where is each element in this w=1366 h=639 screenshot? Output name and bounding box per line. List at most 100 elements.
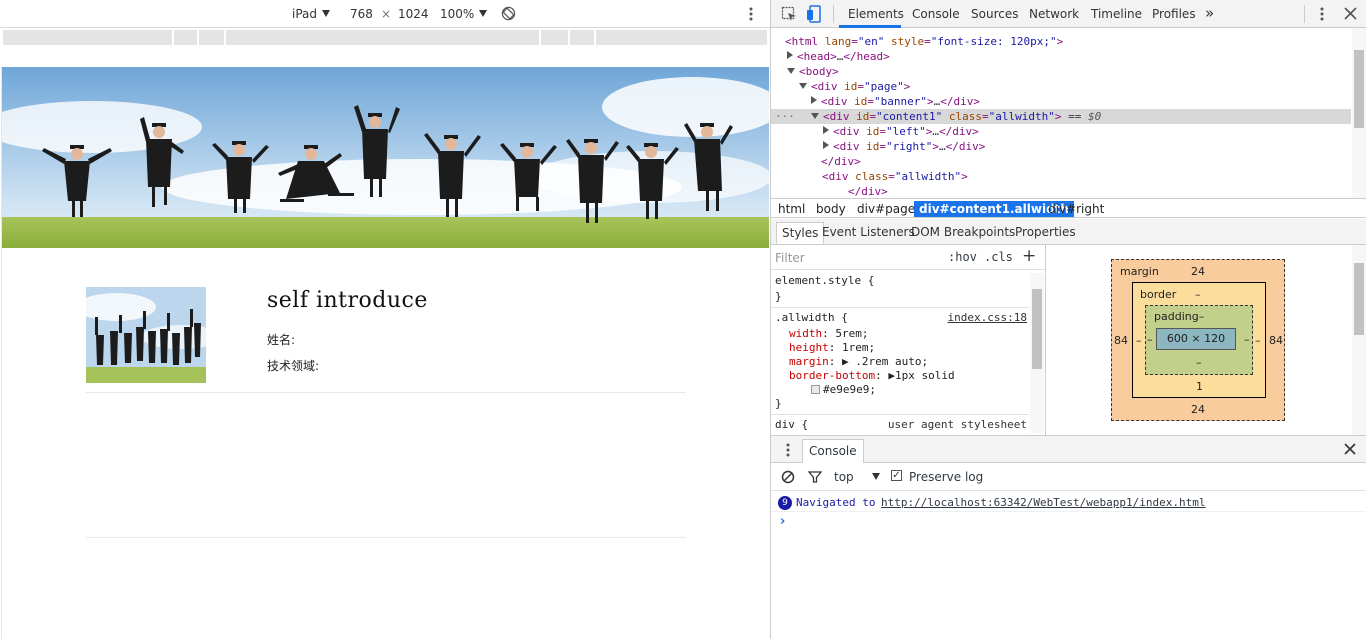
scrollbar-thumb[interactable]	[1354, 263, 1364, 335]
device-select[interactable]: iPad	[292, 7, 331, 21]
tab-sources[interactable]: Sources	[971, 7, 1018, 21]
margin-bottom-value[interactable]: 24	[1191, 403, 1205, 416]
page-title: self introduce	[267, 288, 428, 313]
styles-filter-input[interactable]: Filter	[775, 251, 805, 265]
border-right-value[interactable]: –	[1255, 334, 1261, 347]
dom-node-div-content1-selected[interactable]: ··· <div id="content1" class="allwidth"> …	[771, 109, 1351, 124]
padding-bottom-value[interactable]: –	[1196, 356, 1202, 369]
tab-elements[interactable]: Elements	[848, 7, 904, 21]
box-model-content[interactable]: 600 × 120	[1156, 328, 1236, 350]
expand-triangle-icon[interactable]	[823, 126, 829, 134]
expand-triangle-icon[interactable]	[811, 96, 817, 104]
dom-node-close-div[interactable]: </div>	[821, 154, 1366, 169]
media-query-segment[interactable]	[595, 30, 767, 45]
boxmodel-scrollbar[interactable]	[1352, 245, 1366, 435]
collapse-triangle-icon[interactable]	[799, 83, 807, 89]
media-query-segment[interactable]	[3, 30, 173, 45]
hover-state-toggle[interactable]: :hov	[948, 250, 977, 264]
expand-triangle-icon[interactable]	[823, 141, 829, 149]
clear-console-icon[interactable]	[781, 470, 795, 484]
console-prompt[interactable]: ›	[780, 514, 785, 529]
css-property[interactable]: width: 5rem;	[789, 327, 869, 341]
class-toggle[interactable]: .cls	[984, 250, 1013, 264]
drawer-tab-console[interactable]: Console	[802, 439, 864, 463]
box-model-border[interactable]: border – – – 1 padding– – – – 600 × 120	[1132, 282, 1266, 398]
expand-triangle-icon[interactable]	[787, 51, 793, 59]
collapse-triangle-icon[interactable]	[787, 68, 795, 74]
margin-right-value[interactable]: 84	[1269, 334, 1283, 347]
media-query-segment[interactable]	[541, 30, 569, 45]
dom-node-div-left[interactable]: <div id="left">…</div>	[823, 124, 1366, 139]
css-property[interactable]: margin: ▶ .2rem auto;	[789, 355, 928, 369]
media-query-segment[interactable]	[225, 30, 540, 45]
dom-scrollbar[interactable]	[1352, 28, 1366, 198]
box-model-margin[interactable]: margin 24 84 84 24 border – – – 1 paddin…	[1111, 259, 1285, 421]
dom-node-body[interactable]: <body>	[787, 64, 1366, 79]
toolbar-divider	[1304, 5, 1305, 23]
device-mode-icon[interactable]	[806, 5, 822, 23]
scrollbar-thumb[interactable]	[1354, 50, 1364, 128]
allwidth-selector[interactable]: .allwidth {	[775, 311, 848, 325]
dom-node-div-banner[interactable]: <div id="banner">…</div>	[811, 94, 1366, 109]
dom-node-html[interactable]: <html lang="en" style="font-size: 120px;…	[785, 34, 1365, 49]
add-rule-icon[interactable]: +	[1022, 246, 1036, 266]
border-left-value[interactable]: –	[1136, 334, 1142, 347]
rotate-icon[interactable]	[501, 6, 516, 21]
media-query-segment[interactable]	[570, 30, 594, 45]
dom-tree[interactable]: <html lang="en" style="font-size: 120px;…	[771, 28, 1366, 198]
tab-network[interactable]: Network	[1029, 7, 1079, 21]
element-style-selector[interactable]: element.style {	[775, 274, 874, 288]
tab-styles[interactable]: Styles	[776, 222, 825, 244]
collapse-triangle-icon[interactable]	[811, 113, 819, 119]
more-tabs-icon[interactable]: »	[1205, 4, 1214, 22]
margin-left-value[interactable]: 84	[1114, 334, 1128, 347]
dom-node-div-right[interactable]: <div id="right">…</div>	[823, 139, 1366, 154]
tab-profiles[interactable]: Profiles	[1152, 7, 1196, 21]
css-color-value[interactable]: #e9e9e9;	[811, 383, 876, 397]
media-query-segment[interactable]	[198, 30, 224, 45]
more-vertical-icon[interactable]	[784, 442, 792, 458]
padding-right-value[interactable]: –	[1244, 333, 1250, 346]
tab-timeline[interactable]: Timeline	[1091, 7, 1142, 21]
source-link[interactable]: index.css:18	[948, 311, 1027, 324]
border-top-value[interactable]: –	[1195, 288, 1201, 301]
color-swatch-icon[interactable]	[811, 385, 820, 394]
box-model-diagram: margin 24 84 84 24 border – – – 1 paddin…	[1047, 245, 1366, 435]
styles-scrollbar[interactable]	[1030, 273, 1044, 433]
breadcrumb-item[interactable]: body	[811, 201, 851, 217]
viewport-height-input[interactable]: 1024	[398, 7, 429, 21]
zoom-select[interactable]: 100%	[440, 7, 488, 21]
breadcrumb-item[interactable]: div#page	[852, 201, 920, 217]
css-property[interactable]: height: 1rem;	[789, 341, 875, 355]
name-label: 姓名:	[267, 333, 296, 347]
dom-node-div-page[interactable]: <div id="page">	[799, 79, 1366, 94]
tab-event-listeners[interactable]: Event Listeners	[822, 225, 915, 239]
media-query-bar[interactable]	[3, 30, 767, 45]
more-vertical-icon[interactable]	[747, 6, 755, 22]
context-select[interactable]: top	[834, 470, 880, 484]
box-model-padding[interactable]: padding– – – – 600 × 120	[1145, 305, 1253, 375]
dom-node-head[interactable]: <head>…</head>	[787, 49, 1366, 64]
css-property[interactable]: border-bottom: ▶1px solid	[789, 369, 955, 383]
scrollbar-thumb[interactable]	[1032, 289, 1042, 369]
close-icon[interactable]	[1344, 7, 1357, 20]
breadcrumb-item[interactable]: div#right	[1043, 201, 1109, 217]
tab-properties[interactable]: Properties	[1015, 225, 1076, 239]
filter-icon[interactable]	[808, 470, 822, 484]
dom-node-close-div[interactable]: </div>	[848, 184, 1366, 198]
preserve-log-checkbox[interactable]: ✓	[891, 470, 902, 481]
border-bottom-value[interactable]: 1	[1196, 380, 1203, 393]
viewport-width-input[interactable]: 768	[350, 7, 373, 21]
media-query-segment[interactable]	[174, 30, 197, 45]
margin-top-value[interactable]: 24	[1191, 265, 1205, 278]
breadcrumb-item[interactable]: html	[773, 201, 810, 217]
dom-node-div-allwidth[interactable]: <div class="allwidth">	[822, 169, 1366, 184]
tab-dom-breakpoints[interactable]: DOM Breakpoints	[911, 225, 1015, 239]
padding-left-value[interactable]: –	[1147, 333, 1153, 346]
tab-console[interactable]: Console	[912, 7, 960, 21]
more-vertical-icon[interactable]	[1318, 6, 1326, 22]
inspect-element-icon[interactable]	[781, 6, 797, 22]
navigated-url-link[interactable]: http://localhost:63342/WebTest/webapp1/i…	[881, 496, 1206, 509]
ua-selector[interactable]: div {	[775, 418, 808, 432]
close-icon[interactable]	[1343, 442, 1357, 456]
